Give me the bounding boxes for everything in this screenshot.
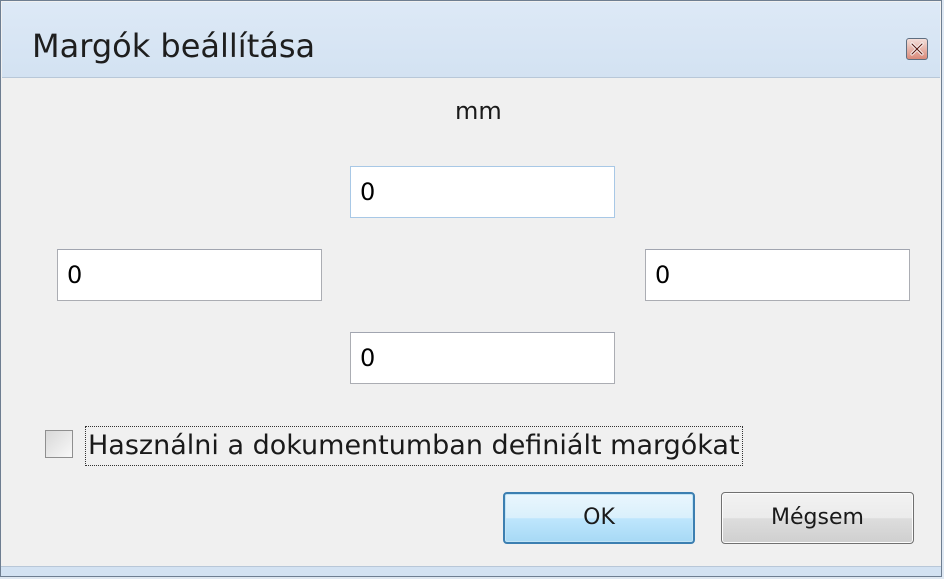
title-bar[interactable]: Margók beállítása [2, 2, 940, 78]
unit-label: mm [455, 97, 502, 125]
top-margin-input[interactable] [350, 166, 615, 218]
bottom-margin-input[interactable] [350, 332, 615, 384]
cancel-button[interactable]: Mégsem [721, 492, 914, 544]
dialog-title: Margók beállítása [32, 27, 316, 65]
dialog-window: Margók beállítása mm Használni a dokumen… [0, 0, 942, 577]
close-button[interactable] [906, 38, 928, 60]
ok-button[interactable]: OK [503, 492, 695, 544]
left-margin-input[interactable] [57, 249, 322, 301]
use-document-margins-label[interactable]: Használni a dokumentumban definiált marg… [85, 426, 743, 466]
close-icon [910, 42, 924, 56]
window-bottom-border [1, 566, 941, 576]
right-margin-input[interactable] [645, 249, 910, 301]
use-document-margins-checkbox[interactable] [45, 430, 73, 458]
